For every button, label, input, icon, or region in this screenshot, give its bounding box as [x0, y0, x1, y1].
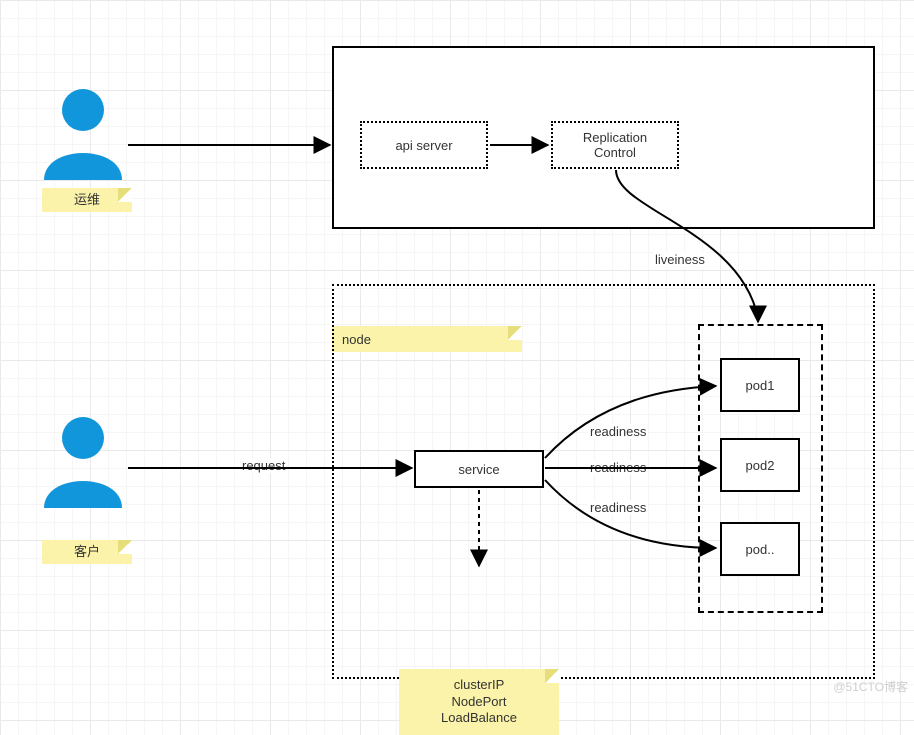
edge-service-to-pod3 [545, 480, 716, 548]
edge-rc-to-pod1 [616, 170, 758, 318]
connectors-svg [0, 0, 914, 699]
watermark: @51CTO博客 [833, 678, 908, 695]
edge-service-to-pod1 [545, 386, 716, 458]
